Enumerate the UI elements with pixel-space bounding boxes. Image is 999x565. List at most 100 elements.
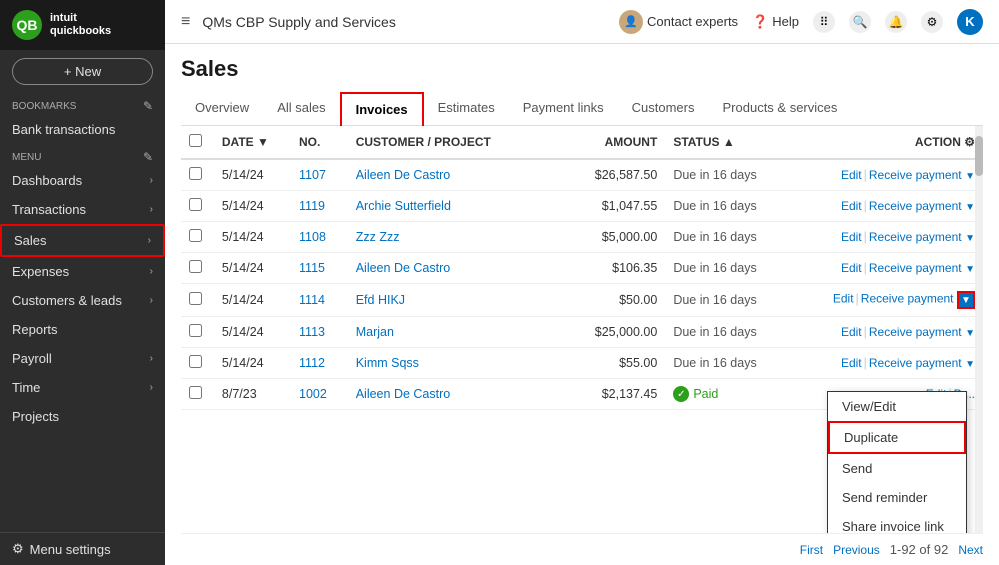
- invoice-number-link[interactable]: 1108: [299, 230, 326, 244]
- row-checkbox[interactable]: [189, 198, 202, 211]
- receive-payment-link[interactable]: Receive payment: [861, 292, 954, 306]
- sidebar-item-time[interactable]: Time ›: [0, 373, 165, 402]
- sidebar-item-bank-transactions[interactable]: Bank transactions: [0, 115, 165, 144]
- customer-name-link[interactable]: Marjan: [356, 325, 394, 339]
- pagination-previous[interactable]: Previous: [833, 543, 880, 557]
- pagination-next[interactable]: Next: [958, 543, 983, 557]
- cell-customer: Marjan: [348, 317, 575, 348]
- receive-payment-link[interactable]: Receive payment: [869, 325, 962, 339]
- dropdown-small-arrow[interactable]: ▼: [965, 202, 975, 213]
- select-all-checkbox[interactable]: [189, 134, 202, 147]
- row-checkbox[interactable]: [189, 229, 202, 242]
- table-row: 5/14/24 1119 Archie Sutterfield $1,047.55Du…: [181, 191, 983, 222]
- dropdown-small-arrow[interactable]: ▼: [965, 359, 975, 370]
- receive-payment-link[interactable]: Receive payment: [869, 230, 962, 244]
- tab-estimates[interactable]: Estimates: [424, 92, 509, 126]
- invoice-number-link[interactable]: 1119: [299, 199, 325, 213]
- tab-invoices[interactable]: Invoices: [340, 92, 424, 126]
- context-menu-send[interactable]: Send: [828, 454, 966, 483]
- dropdown-small-arrow[interactable]: ▼: [965, 328, 975, 339]
- sidebar-item-dashboards[interactable]: Dashboards ›: [0, 166, 165, 195]
- cell-action: Edit|Receive payment ▼: [790, 253, 983, 284]
- tab-all-sales[interactable]: All sales: [263, 92, 339, 126]
- pagination-first[interactable]: First: [800, 543, 823, 557]
- table-row: 5/14/241115Aileen De Castro$106.35Due in…: [181, 253, 983, 284]
- avatar[interactable]: K: [957, 9, 983, 35]
- edit-link[interactable]: Edit: [841, 356, 862, 370]
- context-menu-share-invoice-link[interactable]: Share invoice link: [828, 512, 966, 533]
- sidebar-item-transactions[interactable]: Transactions ›: [0, 195, 165, 224]
- row-checkbox[interactable]: [189, 167, 202, 180]
- invoice-number-link[interactable]: 1002: [299, 387, 327, 401]
- contact-experts-button[interactable]: 👤 Contact experts: [619, 10, 738, 34]
- edit-link[interactable]: Edit: [841, 325, 862, 339]
- edit-link[interactable]: Edit: [841, 261, 862, 275]
- invoice-number-link[interactable]: 1113: [299, 325, 325, 339]
- customer-name-link[interactable]: Aileen De Castro: [356, 261, 451, 275]
- row-checkbox[interactable]: [189, 292, 202, 305]
- receive-payment-link[interactable]: Receive payment: [869, 199, 962, 213]
- edit-link[interactable]: Edit: [841, 168, 862, 182]
- col-action[interactable]: ACTION ⚙: [790, 126, 983, 159]
- sidebar-item-projects[interactable]: Projects: [0, 402, 165, 431]
- help-button[interactable]: ❓ Help: [752, 14, 799, 30]
- col-status[interactable]: STATUS ▲: [665, 126, 790, 159]
- tab-customers[interactable]: Customers: [618, 92, 709, 126]
- menu-settings-item[interactable]: ⚙ Menu settings: [0, 532, 165, 565]
- receive-payment-link[interactable]: Receive payment: [869, 261, 962, 275]
- row-checkbox[interactable]: [189, 355, 202, 368]
- row-checkbox[interactable]: [189, 324, 202, 337]
- receive-payment-link[interactable]: Receive payment: [869, 168, 962, 182]
- cell-status: Due in 16 days: [665, 191, 790, 222]
- tab-overview[interactable]: Overview: [181, 92, 263, 126]
- dropdown-arrow-icon[interactable]: ▼: [957, 291, 975, 309]
- row-checkbox[interactable]: [189, 260, 202, 273]
- tab-payment-links[interactable]: Payment links: [509, 92, 618, 126]
- search-icon[interactable]: 🔍: [849, 11, 871, 33]
- context-menu-view-edit[interactable]: View/Edit: [828, 392, 966, 421]
- table-row: 5/14/241108Zzz Zzz$5,000.00Due in 16 day…: [181, 222, 983, 253]
- customer-name-link[interactable]: Archie Sutterfield: [356, 199, 451, 213]
- grid-icon[interactable]: ⠿: [813, 11, 835, 33]
- new-button[interactable]: + New: [12, 58, 153, 85]
- sidebar-item-reports[interactable]: Reports: [0, 315, 165, 344]
- chevron-right-icon: ›: [150, 175, 153, 186]
- notifications-icon[interactable]: 🔔: [885, 11, 907, 33]
- dashboards-label: Dashboards: [12, 173, 82, 188]
- col-date[interactable]: DATE ▼: [214, 126, 291, 159]
- cell-date: 5/14/24: [214, 191, 291, 222]
- cell-amount: $1,047.55: [575, 191, 666, 222]
- invoice-number-link[interactable]: 1107: [299, 168, 326, 182]
- tab-products-services[interactable]: Products & services: [709, 92, 852, 126]
- edit-link[interactable]: Edit: [841, 199, 862, 213]
- menu-edit-icon[interactable]: ✎: [143, 150, 153, 164]
- dropdown-small-arrow[interactable]: ▼: [965, 171, 975, 182]
- customer-name-link[interactable]: Zzz Zzz: [356, 230, 400, 244]
- edit-link[interactable]: Edit: [833, 292, 854, 306]
- invoice-number-link[interactable]: 1115: [299, 261, 325, 275]
- hamburger-icon[interactable]: ≡: [181, 13, 190, 31]
- bookmarks-edit-icon[interactable]: ✎: [143, 99, 153, 113]
- cell-customer: Aileen De Castro: [348, 379, 575, 410]
- dropdown-small-arrow[interactable]: ▼: [965, 233, 975, 244]
- settings-icon[interactable]: ⚙: [921, 11, 943, 33]
- cell-amount: $55.00: [575, 348, 666, 379]
- invoice-number-link[interactable]: 1114: [299, 293, 325, 307]
- invoice-number-link[interactable]: 1112: [299, 356, 325, 370]
- context-menu-duplicate[interactable]: Duplicate: [828, 421, 966, 454]
- scrollbar-thumb[interactable]: [975, 136, 983, 176]
- customer-name-link[interactable]: Kimm Sqss: [356, 356, 419, 370]
- scrollbar[interactable]: [975, 126, 983, 533]
- customer-name-link[interactable]: Aileen De Castro: [356, 387, 451, 401]
- receive-payment-link[interactable]: Receive payment: [869, 356, 962, 370]
- sidebar-item-payroll[interactable]: Payroll ›: [0, 344, 165, 373]
- dropdown-small-arrow[interactable]: ▼: [965, 264, 975, 275]
- edit-link[interactable]: Edit: [841, 230, 862, 244]
- sidebar-item-expenses[interactable]: Expenses ›: [0, 257, 165, 286]
- customer-name-link[interactable]: Aileen De Castro: [356, 168, 451, 182]
- row-checkbox[interactable]: [189, 386, 202, 399]
- sidebar-item-sales[interactable]: Sales ›: [0, 224, 165, 257]
- customer-name-link[interactable]: Efd HIKJ: [356, 293, 405, 307]
- context-menu-send-reminder[interactable]: Send reminder: [828, 483, 966, 512]
- sidebar-item-customers-leads[interactable]: Customers & leads ›: [0, 286, 165, 315]
